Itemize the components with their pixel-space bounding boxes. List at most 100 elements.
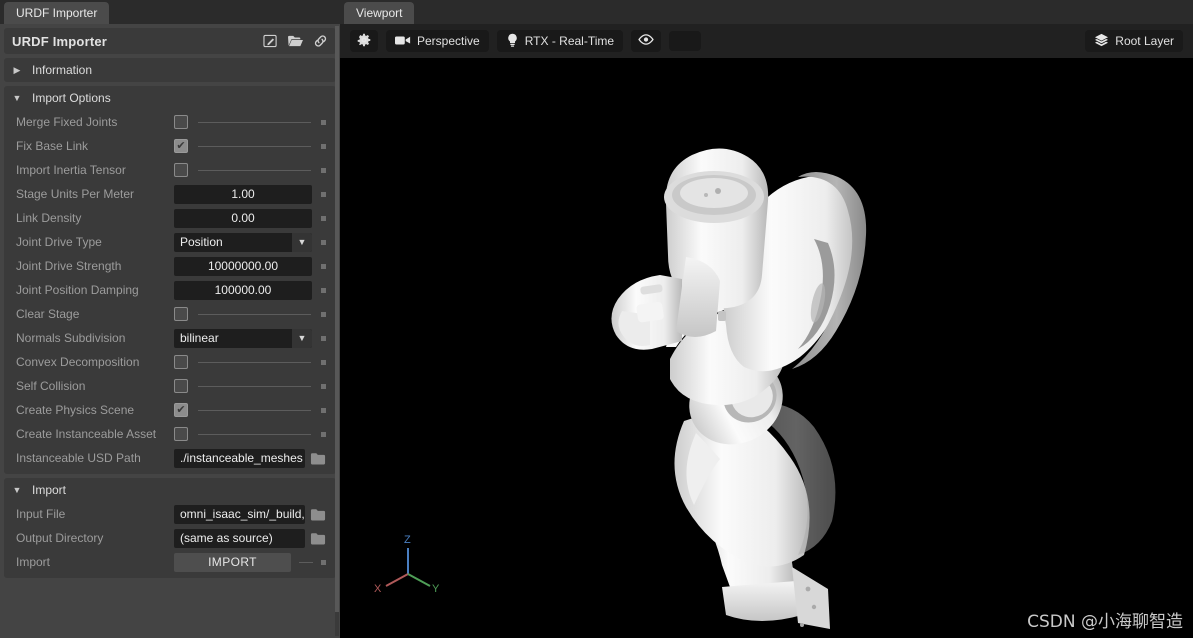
number-input[interactable]: 10000000.00: [174, 256, 312, 276]
tab-urdf-importer[interactable]: URDF Importer: [4, 2, 110, 24]
tab-label: URDF Importer: [16, 6, 98, 20]
row-handle[interactable]: [321, 119, 326, 125]
renderer-label: RTX - Real-Time: [524, 34, 615, 48]
toolbar-blank-button[interactable]: [669, 31, 702, 51]
row-handle[interactable]: [321, 559, 326, 565]
section-import: ▼ Import Input File omni_isaac_sim/_build…: [4, 478, 336, 578]
chevron-down-icon: ▼: [292, 232, 312, 252]
page-title: URDF Importer: [12, 33, 108, 49]
renderer-button[interactable]: RTX - Real-Time: [496, 30, 624, 52]
section-import-options-label: Import Options: [32, 91, 111, 105]
root-layer-label: Root Layer: [1115, 34, 1174, 48]
option-row: Joint Drive Strength 10000000.00: [4, 254, 336, 278]
section-information[interactable]: ▶ Information: [4, 58, 336, 82]
panel-scrollbar[interactable]: [335, 26, 339, 636]
option-control: (same as source): [174, 528, 326, 548]
option-label: Stage Units Per Meter: [16, 187, 135, 201]
checkbox[interactable]: [174, 115, 188, 129]
option-label: Create Instanceable Asset: [16, 427, 157, 441]
checkbox[interactable]: [174, 163, 188, 177]
number-input[interactable]: 100000.00: [174, 280, 312, 300]
dropdown[interactable]: bilinear ▼: [174, 328, 312, 348]
checkbox[interactable]: [174, 427, 188, 441]
option-control: bilinear ▼: [174, 328, 326, 348]
viewport-settings-button[interactable]: [350, 30, 378, 52]
option-label: Joint Drive Type: [16, 235, 102, 249]
dropdown-value: bilinear: [180, 331, 219, 345]
row-handle[interactable]: [321, 431, 326, 437]
number-input[interactable]: 0.00: [174, 208, 312, 228]
row-handle[interactable]: [321, 143, 326, 149]
camera-label: Perspective: [417, 34, 480, 48]
option-label: Joint Drive Strength: [16, 259, 122, 273]
row-handle[interactable]: [321, 383, 326, 389]
panel-title-icons: [263, 34, 328, 48]
camera-perspective-button[interactable]: Perspective: [386, 30, 489, 52]
row-handle[interactable]: [321, 239, 326, 245]
option-label: Input File: [16, 507, 66, 521]
row-rule: [198, 169, 311, 171]
checkbox[interactable]: [174, 379, 188, 393]
path-input[interactable]: ./instanceable_meshes: [174, 448, 305, 468]
option-row: Normals Subdivision bilinear ▼: [4, 326, 336, 350]
option-label: Output Directory: [16, 531, 104, 545]
layers-icon: [1094, 33, 1109, 50]
robot-arm-render: [611, 148, 867, 629]
checkbox[interactable]: [174, 307, 188, 321]
open-folder-icon[interactable]: [287, 34, 304, 48]
folder-browse-icon[interactable]: [310, 531, 326, 546]
tab-viewport[interactable]: Viewport: [344, 2, 415, 24]
axis-gizmo: Z X Y: [374, 534, 440, 595]
option-row: Convex Decomposition: [4, 350, 336, 374]
section-import-header[interactable]: ▼ Import: [4, 478, 336, 502]
row-handle[interactable]: [321, 359, 326, 365]
row-handle[interactable]: [321, 335, 326, 341]
option-label: Import Inertia Tensor: [16, 163, 126, 177]
option-control: ✔: [174, 403, 326, 417]
row-handle[interactable]: [321, 287, 326, 293]
row-rule: [198, 313, 311, 315]
option-control: [174, 163, 326, 177]
import-button[interactable]: IMPORT: [174, 552, 291, 572]
checkbox[interactable]: ✔: [174, 403, 188, 417]
option-row: Output Directory (same as source): [4, 526, 336, 550]
option-control: 100000.00: [174, 280, 326, 300]
visibility-button[interactable]: [631, 30, 662, 52]
root-layer-button[interactable]: Root Layer: [1085, 30, 1183, 52]
dropdown[interactable]: Position ▼: [174, 232, 312, 252]
camera-icon: [395, 34, 411, 49]
watermark: CSDN @小海聊智造: [1027, 612, 1183, 632]
option-row: Merge Fixed Joints: [4, 110, 336, 134]
folder-browse-icon[interactable]: [310, 507, 326, 522]
row-handle[interactable]: [321, 215, 326, 221]
path-input[interactable]: (same as source): [174, 528, 305, 548]
folder-browse-icon[interactable]: [310, 451, 326, 466]
edit-icon[interactable]: [263, 34, 278, 48]
viewport-stage[interactable]: Perspective RTX - Real-Time Root Layer Z…: [340, 24, 1193, 638]
row-handle[interactable]: [321, 407, 326, 413]
option-label: Clear Stage: [16, 307, 80, 321]
row-handle[interactable]: [321, 167, 326, 173]
tab-label: Viewport: [356, 6, 403, 20]
option-label: Fix Base Link: [16, 139, 89, 153]
section-import-options-header[interactable]: ▼ Import Options: [4, 86, 336, 110]
urdf-importer-panel: URDF Importer URDF Importer ▶ Informatio…: [0, 0, 340, 638]
option-label: Self Collision: [16, 379, 86, 393]
option-control: 0.00: [174, 208, 326, 228]
row-rule: [198, 121, 311, 123]
link-icon[interactable]: [313, 34, 328, 48]
option-row: Joint Drive Type Position ▼: [4, 230, 336, 254]
row-handle[interactable]: [321, 263, 326, 269]
chevron-right-icon: ▶: [13, 64, 21, 75]
row-handle[interactable]: [321, 311, 326, 317]
option-control: [174, 427, 326, 441]
checkbox[interactable]: [174, 355, 188, 369]
number-input[interactable]: 1.00: [174, 184, 312, 204]
path-input[interactable]: omni_isaac_sim/_build,: [174, 504, 305, 524]
option-control: [174, 307, 326, 321]
row-handle[interactable]: [321, 191, 326, 197]
option-label: Normals Subdivision: [16, 331, 126, 345]
checkbox[interactable]: ✔: [174, 139, 188, 153]
option-row: Self Collision: [4, 374, 336, 398]
option-row: Instanceable USD Path ./instanceable_mesh…: [4, 446, 336, 470]
